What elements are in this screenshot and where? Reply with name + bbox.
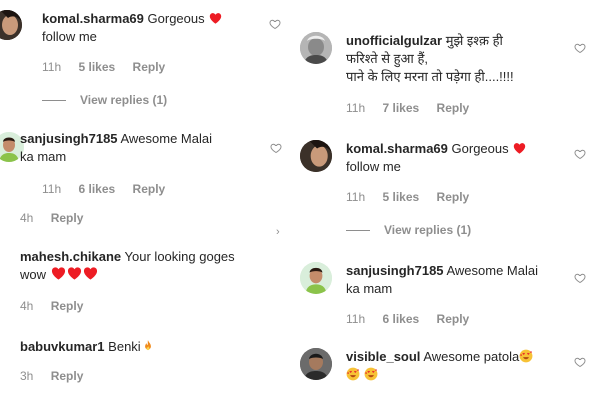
comment-text: Gorgeous [147,11,205,26]
comment-meta: 11h 7 likes Reply [346,101,483,115]
comment-time: 11h [42,182,62,196]
comment-text: Awesome Malai [446,263,538,278]
comment-username[interactable]: mahesh.chikane [20,249,121,264]
avatar[interactable] [300,32,332,64]
like-heart-icon[interactable] [574,42,586,54]
comment-time: 11h [346,101,366,115]
comment-text-line2: ka mam [346,281,393,296]
comment-meta: 11h 6 likes Reply [42,182,179,196]
comment-text-line3: पाने के लिए मरना तो पड़ेगा ही....!!!! [346,69,514,84]
comment-username[interactable]: sanjusingh7185 [20,131,118,146]
red-heart-icon [83,266,98,280]
comment-time: 11h [346,190,366,204]
comment-username[interactable]: babuvkumar1 [20,339,105,354]
avatar[interactable] [0,10,22,40]
like-heart-icon[interactable] [574,148,586,160]
comment-meta: 4h Reply [20,211,97,225]
reply-button[interactable]: Reply [51,299,84,313]
comment-text-line2: follow me [42,29,97,44]
chevron-right-icon[interactable]: › [276,226,280,238]
like-heart-icon[interactable] [269,18,281,30]
comment-meta: 11h 5 likes Reply [346,190,483,204]
like-heart-icon[interactable] [574,272,586,284]
comment-body: komal.sharma69 Gorgeous follow me [42,10,267,46]
smiling-face-with-hearts-icon [346,367,360,381]
comment-body: visible_soul Awesome patola [346,348,576,384]
avatar[interactable] [300,262,332,294]
avatar[interactable] [300,348,332,380]
comment-username[interactable]: unofficialgulzar [346,33,442,48]
comment-text-line2: फरिश्ते से हुआ हैं, [346,51,428,66]
red-heart-icon [513,142,526,154]
red-heart-icon [209,12,222,24]
comment-time: 4h [20,211,34,225]
comment-text: Awesome patola [423,349,520,364]
reply-button[interactable]: Reply [437,190,470,204]
comment-body: mahesh.chikane Your looking goges wow [20,248,270,284]
reply-button[interactable]: Reply [51,369,84,383]
fire-icon [141,339,155,353]
reply-button[interactable]: Reply [133,182,166,196]
left-comment-column: komal.sharma69 Gorgeous follow me 11h 5 … [0,0,290,400]
comment-likes[interactable]: 5 likes [382,190,419,204]
comment-meta: 3h Reply [20,369,97,383]
divider [346,230,370,232]
comment-text: Benki [108,339,141,354]
comment-text-line2: ka mam [20,149,67,164]
comment-body: komal.sharma69 Gorgeous follow me [346,140,576,176]
red-heart-icon [51,266,66,280]
like-heart-icon[interactable] [574,356,586,368]
comment-username[interactable]: komal.sharma69 [346,141,448,156]
comment-text-line2: wow [20,267,47,282]
comment-username[interactable]: sanjusingh7185 [346,263,444,278]
comment-time: 3h [20,369,34,383]
view-replies-button[interactable]: View replies (1) [346,223,471,237]
reply-button[interactable]: Reply [437,101,470,115]
smiling-face-with-hearts-icon [519,349,533,363]
comment-body: sanjusingh7185 Awesome Malai ka mam [346,262,576,298]
reply-button[interactable]: Reply [133,60,166,74]
red-heart-icon [67,266,82,280]
smiling-face-with-hearts-icon [364,367,378,381]
comment-meta: 11h 5 likes Reply [42,60,179,74]
comment-likes[interactable]: 6 likes [382,312,419,326]
divider [42,100,66,102]
comment-meta: 11h 6 likes Reply [346,312,483,326]
comment-time: 4h [20,299,34,313]
comment-text: मुझे इश्क़ ही [445,33,503,48]
comment-time: 11h [346,312,366,326]
comment-body: unofficialgulzar मुझे इश्क़ ही फरिश्ते स… [346,32,576,86]
comment-text: Gorgeous [451,141,509,156]
comment-likes[interactable]: 6 likes [78,182,115,196]
reply-button[interactable]: Reply [51,211,84,225]
comment-likes[interactable]: 5 likes [78,60,115,74]
comment-text-line2: follow me [346,159,401,174]
reply-button[interactable]: Reply [437,312,470,326]
comment-username[interactable]: komal.sharma69 [42,11,144,26]
right-comment-column: unofficialgulzar मुझे इश्क़ ही फरिश्ते स… [300,0,600,400]
comment-username[interactable]: visible_soul [346,349,420,364]
comment-time: 11h [42,60,62,74]
comment-body: sanjusingh7185 Awesome Malai ka mam [20,130,255,166]
view-replies-label: View replies (1) [80,93,168,107]
like-heart-icon[interactable] [270,142,282,154]
comment-text: Your looking goges [124,249,235,264]
view-replies-button[interactable]: View replies (1) [42,93,167,107]
comment-body: babuvkumar1 Benki [20,338,270,356]
comment-text: Awesome Malai [120,131,212,146]
comment-meta: 4h Reply [20,299,97,313]
view-replies-label: View replies (1) [384,223,472,237]
comment-likes[interactable]: 7 likes [382,101,419,115]
avatar[interactable] [300,140,332,172]
